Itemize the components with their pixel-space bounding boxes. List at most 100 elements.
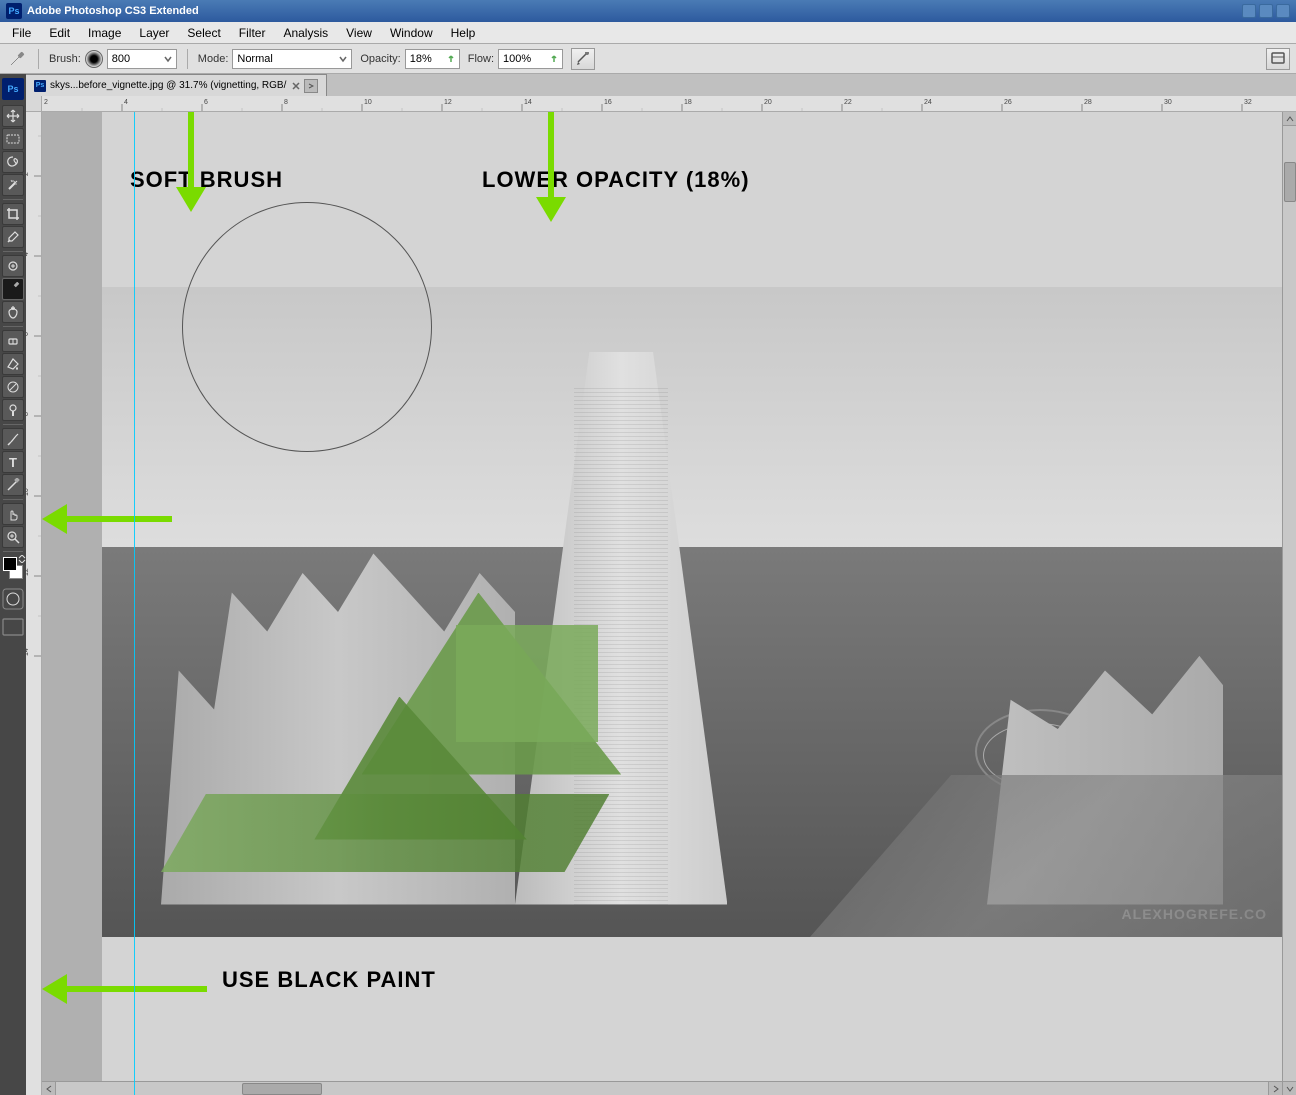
color-swatches [2, 557, 24, 579]
use-black-paint-label: USE BLACK PAINT [222, 967, 436, 993]
crop-tool-button[interactable] [2, 203, 24, 225]
canvas-area: SOFT BRUSH LOWER OPACITY (18%) [42, 112, 1296, 1095]
lower-opacity-label: LOWER OPACITY (18%) [482, 167, 750, 193]
dodge-button[interactable] [2, 399, 24, 421]
black-paint-arrow [42, 974, 207, 1004]
scroll-left-icon [45, 1085, 53, 1093]
svg-text:4: 4 [124, 99, 128, 106]
scrollbar-down-button[interactable] [1283, 1081, 1296, 1095]
svg-text:12: 12 [444, 99, 452, 106]
soft-brush-label: SOFT BRUSH [130, 167, 283, 193]
airbrush-toggle[interactable] [571, 48, 595, 70]
ruler-top-svg: 2 4 6 8 10 12 14 16 18 [42, 96, 1296, 112]
blur-button[interactable] [2, 376, 24, 398]
menu-select[interactable]: Select [179, 24, 228, 42]
brush-icon [6, 282, 20, 296]
minimize-button[interactable] [1242, 4, 1256, 18]
hand-tool-button[interactable] [2, 503, 24, 525]
zoom-tool-icon [6, 530, 20, 544]
toolbar-separator-2 [3, 251, 23, 252]
menu-layer[interactable]: Layer [131, 24, 177, 42]
svg-text:22: 22 [844, 99, 852, 106]
flow-group: Flow: 100% [468, 49, 563, 69]
opacity-input[interactable]: 18% [405, 49, 460, 69]
marquee-tool-icon [6, 132, 20, 146]
magic-wand-button[interactable] [2, 174, 24, 196]
flow-input[interactable]: 100% [498, 49, 563, 69]
menu-image[interactable]: Image [80, 24, 129, 42]
lasso-tool-button[interactable] [2, 151, 24, 173]
pen-tool-button[interactable] [2, 428, 24, 450]
brush-size-dropdown[interactable]: 800 [107, 49, 177, 69]
foreground-color-swatch[interactable] [3, 557, 17, 571]
menu-analysis[interactable]: Analysis [275, 24, 336, 42]
toolbar-separator-3 [3, 326, 23, 327]
paint-bucket-icon [6, 357, 20, 371]
svg-text:26: 26 [1004, 99, 1012, 106]
tabs-right-arrow-icon [308, 83, 314, 89]
options-right-icon[interactable] [1266, 48, 1290, 70]
menu-file[interactable]: File [4, 24, 39, 42]
scrollbar-bottom[interactable] [42, 1081, 1282, 1095]
brush-tool-button[interactable] [2, 278, 24, 300]
scrollbar-right-button[interactable] [1268, 1082, 1282, 1095]
flow-label: Flow: [468, 53, 494, 65]
eraser-button[interactable] [2, 330, 24, 352]
lasso-tool-icon [6, 155, 20, 169]
paint-bucket-button[interactable] [2, 353, 24, 375]
ruler-corner [26, 96, 42, 112]
close-button[interactable] [1276, 4, 1290, 18]
scrollbar-left-button[interactable] [42, 1082, 56, 1095]
zoom-tool-button[interactable] [2, 526, 24, 548]
menu-filter[interactable]: Filter [231, 24, 274, 42]
brush-dropdown-arrow [164, 55, 172, 63]
main-area: Ps [0, 74, 1296, 1095]
mode-dropdown[interactable]: Normal [232, 49, 352, 69]
document-tab[interactable]: Ps skys...before_vignette.jpg @ 31.7% (v… [26, 74, 327, 96]
maximize-button[interactable] [1259, 4, 1273, 18]
scrollbar-h-thumb[interactable] [242, 1083, 322, 1095]
line-tool-button[interactable] [2, 474, 24, 496]
menu-edit[interactable]: Edit [41, 24, 78, 42]
move-tool-button[interactable] [2, 105, 24, 127]
hand-tool-icon [6, 507, 20, 521]
quick-mask-button[interactable] [2, 588, 24, 613]
brush-group: Brush: 800 [49, 49, 177, 69]
palette-icon [1271, 52, 1285, 66]
clone-stamp-button[interactable] [2, 301, 24, 323]
menu-view[interactable]: View [338, 24, 380, 42]
scrollbar-up-button[interactable] [1283, 112, 1296, 126]
brush-size-arrow [176, 112, 206, 212]
airbrush-icon [576, 52, 590, 66]
scrollbar-right[interactable] [1282, 112, 1296, 1095]
healing-brush-button[interactable] [2, 255, 24, 277]
opacity-value: 18% [410, 53, 432, 65]
type-tool-button[interactable]: T [2, 451, 24, 473]
eyedropper-icon [6, 230, 20, 244]
blur-icon [6, 380, 20, 394]
brush-circle [182, 202, 432, 452]
tabs-scroll-right[interactable] [304, 79, 318, 93]
doc-tab-close-icon[interactable] [292, 82, 300, 90]
title-bar: Ps Adobe Photoshop CS3 Extended [0, 0, 1296, 22]
screen-mode-button[interactable] [2, 616, 24, 641]
move-tool-icon [6, 109, 20, 123]
eyedropper-button[interactable] [2, 226, 24, 248]
doc-tab-title: skys...before_vignette.jpg @ 31.7% (vign… [50, 80, 286, 91]
opacity-arrow-up [536, 112, 566, 222]
scrollbar-thumb[interactable] [1284, 162, 1296, 202]
tool-indicator-icon [6, 48, 28, 70]
ps-logo-button[interactable]: Ps [2, 78, 24, 100]
options-bar: Brush: 800 Mode: Normal Opacity: 18% Flo… [0, 44, 1296, 74]
green-road [161, 794, 609, 872]
svg-text:10: 10 [26, 488, 30, 496]
marquee-tool-button[interactable] [2, 128, 24, 150]
app-icon: Ps [6, 3, 22, 19]
quick-mask-icon [2, 588, 24, 610]
green-area-3 [456, 625, 598, 742]
doc-tab-icon: Ps [34, 80, 46, 92]
menu-help[interactable]: Help [443, 24, 484, 42]
options-divider-2 [187, 49, 188, 69]
svg-text:24: 24 [924, 99, 932, 106]
menu-window[interactable]: Window [382, 24, 441, 42]
